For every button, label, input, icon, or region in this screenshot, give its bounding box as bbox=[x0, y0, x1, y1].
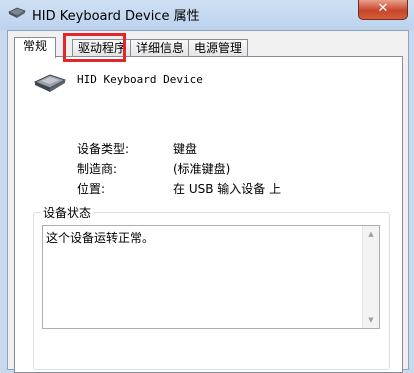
close-button[interactable]: ✕ bbox=[358, 0, 408, 20]
title-bar[interactable]: HID Keyboard Device 属性 ✕ bbox=[0, 0, 414, 28]
tab-general[interactable]: 常规 bbox=[14, 37, 56, 58]
manufacturer-value: (标准键盘) bbox=[173, 162, 231, 176]
highlight-annotation bbox=[63, 33, 126, 62]
keyboard-icon bbox=[33, 71, 67, 93]
device-name: HID Keyboard Device bbox=[77, 73, 203, 86]
device-status-title: 设备状态 bbox=[40, 204, 95, 221]
scroll-up-icon[interactable]: ▲ bbox=[363, 226, 379, 242]
close-icon: ✕ bbox=[377, 1, 389, 16]
tab-details[interactable]: 详细信息 bbox=[130, 39, 190, 57]
properties-window: HID Keyboard Device 属性 ✕ 常规 驱动程序 详细信息 电源… bbox=[0, 0, 414, 373]
device-type-label: 设备类型: bbox=[77, 142, 130, 156]
device-type-value: 键盘 bbox=[173, 142, 198, 156]
scroll-down-icon[interactable]: ▼ bbox=[363, 312, 379, 328]
device-status-text: 这个设备运转正常。 bbox=[46, 231, 155, 245]
location-value: 在 USB 输入设备 上 bbox=[173, 182, 282, 196]
window-title: HID Keyboard Device 属性 bbox=[32, 9, 200, 24]
status-scrollbar[interactable]: ▲ ▼ bbox=[362, 226, 379, 328]
dialog-body: 常规 驱动程序 详细信息 电源管理 HID Keyboard Device 设备… bbox=[7, 30, 409, 373]
device-status-group: 设备状态 这个设备运转正常。 ▲ ▼ bbox=[33, 204, 390, 370]
tab-panel-general: HID Keyboard Device 设备类型: 键盘 制造商: (标准键盘)… bbox=[14, 56, 403, 373]
device-status-textbox[interactable]: 这个设备运转正常。 ▲ ▼ bbox=[42, 225, 380, 329]
tab-power-management[interactable]: 电源管理 bbox=[188, 39, 248, 57]
keyboard-icon bbox=[8, 5, 26, 19]
manufacturer-label: 制造商: bbox=[77, 162, 118, 176]
location-label: 位置: bbox=[77, 182, 106, 196]
